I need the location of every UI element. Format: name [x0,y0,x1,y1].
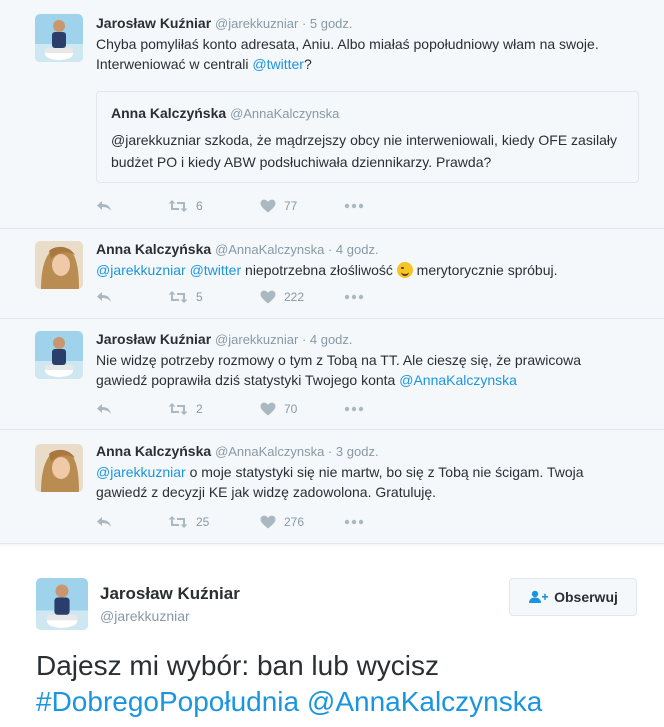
main-author-handle[interactable]: @jarekkuzniar [100,608,190,624]
tweet-text: @jarekkuzniar @twitter niepotrzebna złoś… [96,260,634,280]
tweet-actions: 25 276 [96,512,364,532]
more-icon [344,406,364,412]
tweet-content: Anna Kalczyńska @AnnaKalczynska · 4 godz… [96,240,634,280]
tweet-content: Anna Kalczyńska @AnnaKalczynska · 3 godz… [96,442,634,502]
reply-button[interactable] [96,199,168,213]
conversation-thread: Jarosław Kuźniar @jarekkuzniar · 5 godz.… [0,0,664,546]
retweet-icon [168,291,188,303]
like-count: 222 [284,290,305,304]
more-icon [344,203,364,209]
retweet-button[interactable]: 5 [168,290,260,304]
more-icon [344,519,364,525]
like-button[interactable]: 77 [260,199,344,213]
main-tweet-text: Dajesz mi wybór: ban lub wycisz #Dobrego… [36,648,646,720]
author-meta[interactable]: @jarekkuzniar · 4 godz. [215,332,352,347]
author-name[interactable]: Jarosław Kuźniar [96,331,211,347]
quote-text: @jarekkuzniar szkoda, że mądrzejszy obcy… [111,132,617,170]
tweet-text-part: merytorycznie spróbuj. [412,262,558,278]
main-tweet-body: Dajesz mi wybór: ban lub wycisz [36,650,440,681]
author-name[interactable]: Jarosław Kuźniar [96,15,211,31]
more-button[interactable] [344,406,364,412]
quote-author-name: Anna Kalczyńska [111,105,227,121]
reply-button[interactable] [96,290,168,304]
heart-icon [260,199,276,213]
tweet-item[interactable]: Jarosław Kuźniar @jarekkuzniar · 4 godz.… [0,319,664,430]
quote-header: Anna Kalczyńska @AnnaKalczynska [111,104,624,123]
heart-icon [260,402,276,416]
tweet-header: Anna Kalczyńska @AnnaKalczynska · 4 godz… [96,240,634,259]
avatar-jarek[interactable] [35,14,83,62]
quote-author-handle: @AnnaKalczynska [230,106,340,121]
follow-label: Obserwuj [554,589,618,605]
avatar-jarek[interactable] [35,331,83,379]
more-button[interactable] [344,203,364,209]
tweet-actions: 5 222 [96,287,364,307]
mention-link[interactable]: @twitter [190,262,242,278]
reply-icon [97,292,111,302]
author-meta[interactable]: @AnnaKalczynska · 3 godz. [215,444,379,459]
reply-button[interactable] [96,402,168,416]
hashtag-link[interactable]: #DobregoPopołudnia [36,686,299,717]
mention-link[interactable]: @jarekkuzniar [96,262,186,278]
reply-icon [97,404,111,414]
heart-icon [260,290,276,304]
wink-emoji-icon [396,262,413,278]
tweet-actions: 6 77 [96,196,364,216]
more-button[interactable] [344,294,364,300]
retweet-count: 5 [196,290,203,304]
tweet-text-part: Chyba pomyliłaś konto adresata, Aniu. Al… [96,36,599,72]
retweet-icon [168,516,188,528]
author-meta[interactable]: @AnnaKalczynska · 4 godz. [215,242,379,257]
tweet-text: Nie widzę potrzeby rozmowy o tym z Tobą … [96,350,634,390]
tweet-item[interactable]: Anna Kalczyńska @AnnaKalczynska · 4 godz… [0,229,664,319]
retweet-count: 2 [196,402,203,416]
tweet-actions: 2 70 [96,399,364,419]
like-button[interactable]: 222 [260,290,344,304]
mention-link[interactable]: @AnnaKalczynska [399,372,517,388]
retweet-button[interactable]: 2 [168,402,260,416]
quoted-tweet[interactable]: Anna Kalczyńska @AnnaKalczynska @jarekku… [96,91,639,183]
reply-icon [97,201,111,211]
mention-link[interactable]: @twitter [252,56,304,72]
follow-button[interactable]: Obserwuj [509,578,637,616]
tweet-item[interactable]: Anna Kalczyńska @AnnaKalczynska · 3 godz… [0,430,664,544]
like-count: 77 [284,199,298,213]
tweet-text: Chyba pomyliłaś konto adresata, Aniu. Al… [96,34,634,74]
tweet-text: @jarekkuzniar o moje statystyki się nie … [96,462,634,502]
like-count: 276 [284,515,305,529]
tweet-item[interactable]: Jarosław Kuźniar @jarekkuzniar · 5 godz.… [0,0,664,229]
follow-user-icon [529,590,549,603]
like-button[interactable]: 70 [260,402,344,416]
tweet-text-part: ? [303,56,312,72]
retweet-count: 6 [196,199,203,213]
avatar-anna[interactable] [35,444,83,492]
mention-link[interactable]: @jarekkuzniar [96,464,186,480]
author-meta[interactable]: @jarekkuzniar · 5 godz. [215,16,352,31]
tweet-content: Jarosław Kuźniar @jarekkuzniar · 4 godz.… [96,330,634,390]
like-count: 70 [284,402,298,416]
retweet-icon [168,200,188,212]
tweet-header: Anna Kalczyńska @AnnaKalczynska · 3 godz… [96,442,634,461]
retweet-icon [168,403,188,415]
tweet-header: Jarosław Kuźniar @jarekkuzniar · 5 godz. [96,14,634,33]
mention-link[interactable]: @AnnaKalczynska [307,686,542,717]
main-author-name[interactable]: Jarosław Kuźniar [100,584,240,604]
retweet-button[interactable]: 6 [168,199,260,213]
author-name[interactable]: Anna Kalczyńska [96,443,211,459]
heart-icon [260,515,276,529]
author-name[interactable]: Anna Kalczyńska [96,241,211,257]
tweet-header: Jarosław Kuźniar @jarekkuzniar · 4 godz. [96,330,634,349]
retweet-count: 25 [196,515,210,529]
more-icon [344,294,364,300]
tweet-text-part: niepotrzebna złośliwość [241,262,397,278]
like-button[interactable]: 276 [260,515,344,529]
avatar-jarek-large[interactable] [36,578,88,630]
avatar-anna[interactable] [35,241,83,289]
reply-icon [97,517,111,527]
more-button[interactable] [344,519,364,525]
reply-button[interactable] [96,515,168,529]
retweet-button[interactable]: 25 [168,515,260,529]
tweet-content: Jarosław Kuźniar @jarekkuzniar · 5 godz.… [96,14,634,74]
